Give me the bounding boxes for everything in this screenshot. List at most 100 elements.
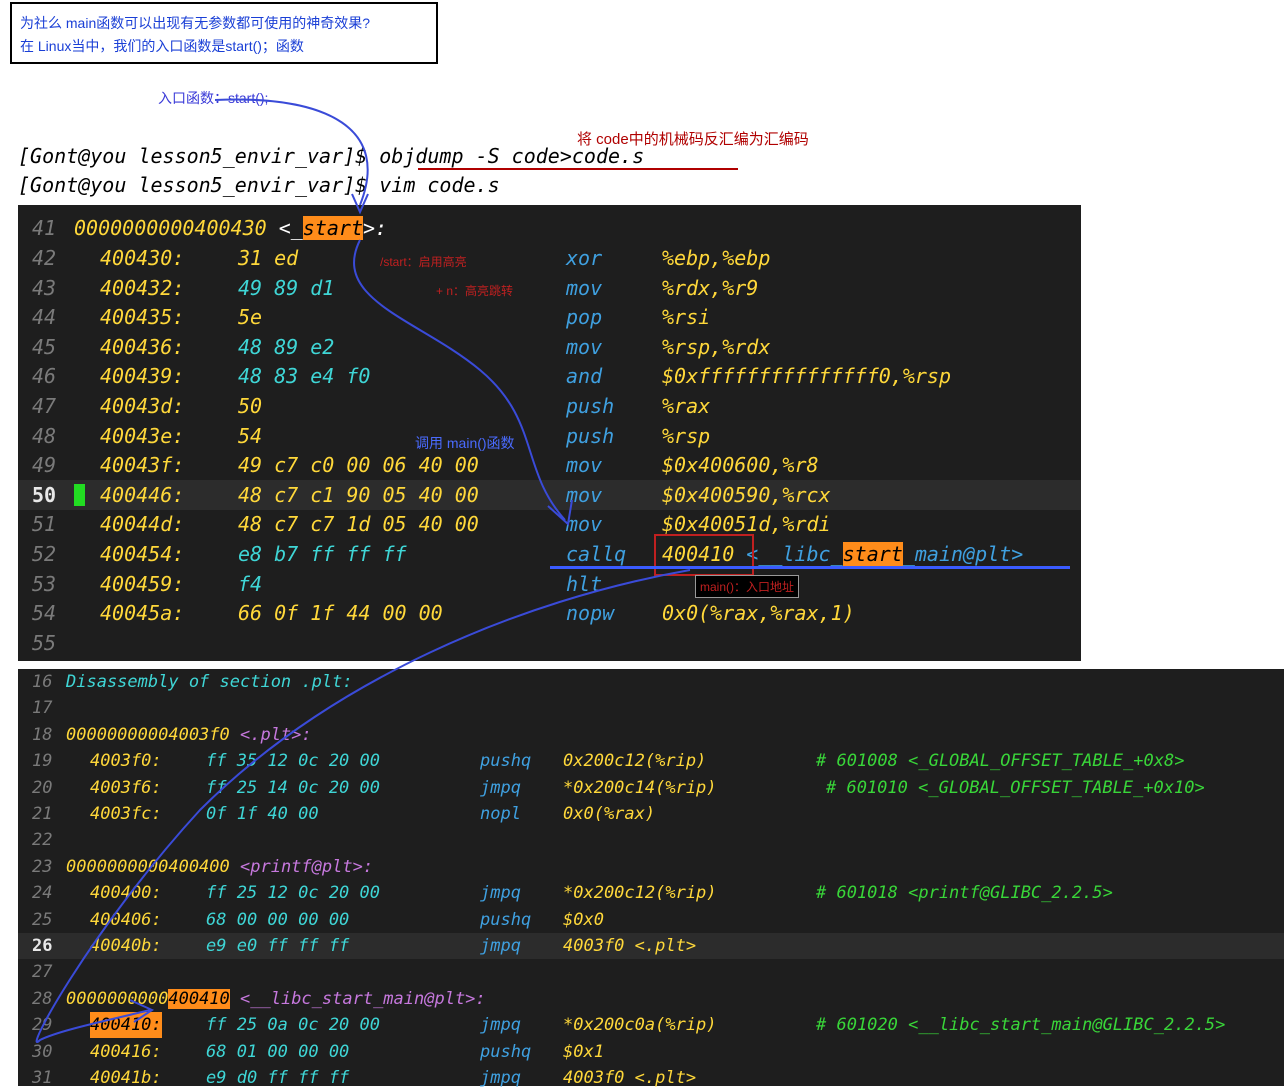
line-number: 30 xyxy=(32,1041,53,1062)
instruction-address: 400439: xyxy=(100,364,185,389)
mnemonic: push xyxy=(566,394,615,418)
symbol-address: 0000000000 xyxy=(66,988,169,1009)
line-number: 48 xyxy=(32,423,57,448)
highlighted-start: start xyxy=(302,216,363,240)
line-number: 51 xyxy=(32,512,57,537)
line-number: 25 xyxy=(32,909,53,930)
operand: *0x200c12(%rip) xyxy=(563,883,717,904)
instruction-address: 4003f6: xyxy=(90,777,162,798)
operand: $0xfffffffffffffff0,%rsp xyxy=(662,364,951,389)
line-number: 16 xyxy=(32,672,53,692)
vim-disassembly-plt[interactable]: 16 Disassembly of section .plt: 17 18 000000… xyxy=(18,669,1284,1088)
machine-code: e9 e0 ff ff ff xyxy=(206,936,350,956)
code-line: 16 Disassembly of section .plt: xyxy=(18,669,1284,695)
machine-code: ff 35 12 0c 20 00 xyxy=(206,751,380,772)
highlighted-start: start xyxy=(842,542,903,566)
line-number: 45 xyxy=(32,334,57,359)
instruction-address: 40044d: xyxy=(100,512,185,537)
symbol-label: 00000000004003f0 <.plt>: xyxy=(66,722,312,748)
code-line: 42 400430: 31 ed xor %ebp,%ebp xyxy=(18,243,1081,273)
operand: %rsi xyxy=(662,305,711,330)
main-entry-annotation: main()：入口地址 xyxy=(695,575,800,598)
objdump-underline xyxy=(418,168,738,170)
symbol-label: 0000000000400400 <printf@plt>: xyxy=(66,854,373,880)
line-number: 27 xyxy=(32,962,53,983)
operand: %rsp xyxy=(662,423,711,448)
instruction-address: 400430: xyxy=(100,246,185,270)
line-number: 41 xyxy=(32,216,57,240)
machine-code: 66 0f 1f 44 00 00 xyxy=(238,601,443,626)
instruction-address: 4003fc: xyxy=(90,804,162,824)
line-number: 47 xyxy=(32,394,57,418)
machine-code: 48 89 e2 xyxy=(238,334,335,359)
section-heading: Disassembly of section .plt: xyxy=(66,672,353,692)
operand: *0x200c14(%rip) xyxy=(563,777,717,798)
machine-code: ff 25 0a 0c 20 00 xyxy=(206,1015,380,1036)
mnemonic: pushq xyxy=(480,751,532,772)
instruction-address: 400406: xyxy=(90,909,162,930)
operand: 0x200c12(%rip) xyxy=(563,751,707,772)
vim-disassembly-start[interactable]: 41 0000000000400430 <_start>: 42 400430: 31 … xyxy=(18,205,1081,661)
line-number: 23 xyxy=(32,856,53,877)
symbol-name: <__libc_start_main@plt>: xyxy=(229,988,486,1009)
code-line: 19 4003f0: ff 35 12 0c 20 00 pushq 0x200c12(… xyxy=(18,748,1284,774)
jump-annotation: + n：高亮跳转 xyxy=(436,284,514,298)
machine-code: 54 xyxy=(238,423,263,448)
line-number: 28 xyxy=(32,988,53,1009)
line-number: 29 xyxy=(32,1015,53,1036)
code-line: 31 40041b: e9 d0 ff ff ff jmpq 4003f0 <.plt> xyxy=(18,1065,1284,1091)
mnemonic: jmpq xyxy=(480,883,521,904)
line-number: 49 xyxy=(32,453,57,478)
shell-command-objdump: [Gont@you lesson5_envir_var]$ objdump -S… xyxy=(18,144,645,168)
code-line: 54 40045a: 66 0f 1f 44 00 00 nopw 0x0(%rax,%… xyxy=(18,598,1081,628)
symbol-label: 0000000000400410 <__libc_start_main@plt>… xyxy=(66,986,486,1012)
machine-code: e9 d0 ff ff ff xyxy=(206,1068,350,1088)
line-number: 31 xyxy=(32,1068,53,1088)
code-line: 51 40044d: 48 c7 c7 1d 05 40 00 mov $0x40051… xyxy=(18,509,1081,539)
comment: # 601018 <printf@GLIBC_2.2.5> xyxy=(816,883,1113,904)
mnemonic: hlt xyxy=(566,571,603,596)
machine-code: 48 83 e4 f0 xyxy=(238,364,371,389)
line-number: 19 xyxy=(32,751,53,772)
line-number: 44 xyxy=(32,305,57,330)
code-line: 17 xyxy=(18,695,1284,721)
line-number: 17 xyxy=(32,698,53,719)
instruction-address: 400446: xyxy=(100,482,185,507)
instruction-address: 400435: xyxy=(100,305,185,330)
symbol-bracket: >: xyxy=(363,216,388,240)
code-line: 45 400436: 48 89 e2 mov %rsp,%rdx xyxy=(18,332,1081,362)
machine-code: ff 25 14 0c 20 00 xyxy=(206,777,380,798)
vim-cursor xyxy=(74,483,85,506)
mnemonic: mov xyxy=(566,275,603,300)
machine-code: 48 c7 c1 90 05 40 00 xyxy=(238,482,479,507)
instruction-address: 40041b: xyxy=(90,1068,162,1088)
code-line: 24 400400: ff 25 12 0c 20 00 jmpq *0x200c12(… xyxy=(18,880,1284,906)
line-number: 42 xyxy=(32,246,57,270)
line-number: 24 xyxy=(32,883,53,904)
comment: # 601020 <__libc_start_main@GLIBC_2.2.5> xyxy=(816,1015,1226,1036)
operand: $0x400590,%rcx xyxy=(662,482,831,507)
mnemonic: callq xyxy=(566,542,627,566)
code-line: 52 400454: e8 b7 ff ff ff callq 400410 <__li… xyxy=(18,539,1081,569)
symbol-address: 00000000004003f0 xyxy=(66,724,230,745)
mnemonic: mov xyxy=(566,482,603,507)
instruction-address: 40043e: xyxy=(100,423,185,448)
machine-code: 31 ed xyxy=(238,246,299,270)
mnemonic: mov xyxy=(566,453,603,478)
highlighted-address: 400410 xyxy=(168,988,230,1009)
mnemonic: xor xyxy=(566,246,603,270)
instruction-address: 400416: xyxy=(90,1041,162,1062)
line-number: 20 xyxy=(32,777,53,798)
mnemonic: jmpq xyxy=(480,777,521,798)
machine-code: e8 b7 ff ff ff xyxy=(238,542,407,566)
explanation-line: 在 Linux当中，我们的入口函数是start()；函数 xyxy=(20,38,304,54)
operand: %rsp,%rdx xyxy=(662,334,771,359)
question-note-box: 为社么 main函数可以出现有无参数都可使用的神奇效果? 在 Linux当中，我… xyxy=(10,2,438,64)
code-line: 26 40040b: e9 e0 ff ff ff jmpq 4003f0 <.plt> xyxy=(18,933,1284,960)
call-symbol: _main@plt> xyxy=(902,542,1024,566)
mnemonic: pushq xyxy=(480,909,532,930)
machine-code: 49 c7 c0 00 06 40 00 xyxy=(238,453,479,478)
symbol-bracket: <_ xyxy=(266,216,303,240)
symbol-address: 0000000000400400 xyxy=(66,856,230,877)
mnemonic: mov xyxy=(566,334,603,359)
